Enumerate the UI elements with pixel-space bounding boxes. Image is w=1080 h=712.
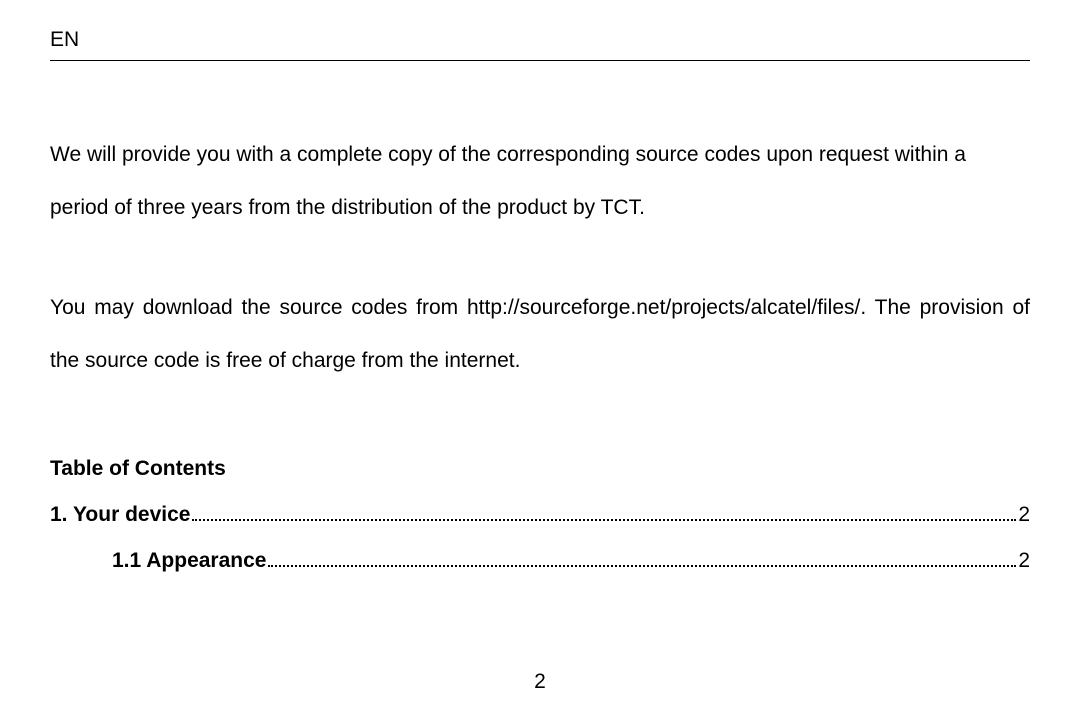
toc-entry-1: 1. Your device 2: [50, 503, 1030, 527]
toc-entry-1-1: 1.1 Appearance 2: [50, 549, 1030, 573]
toc-dots: [192, 519, 1016, 521]
toc-entry-page: 2: [1018, 549, 1030, 573]
toc-entry-label: 1. Your device: [50, 503, 190, 527]
toc-dots: [268, 565, 1016, 567]
paragraph-2: You may download the source codes from h…: [50, 282, 1030, 387]
toc-entry-page: 2: [1018, 503, 1030, 527]
language-label: EN: [50, 28, 1030, 52]
page-number: 2: [0, 670, 1080, 694]
paragraph-1: We will provide you with a complete copy…: [50, 129, 1030, 234]
toc-entry-label: 1.1 Appearance: [112, 549, 266, 573]
toc-title: Table of Contents: [50, 457, 1030, 481]
header-rule: [50, 60, 1030, 61]
